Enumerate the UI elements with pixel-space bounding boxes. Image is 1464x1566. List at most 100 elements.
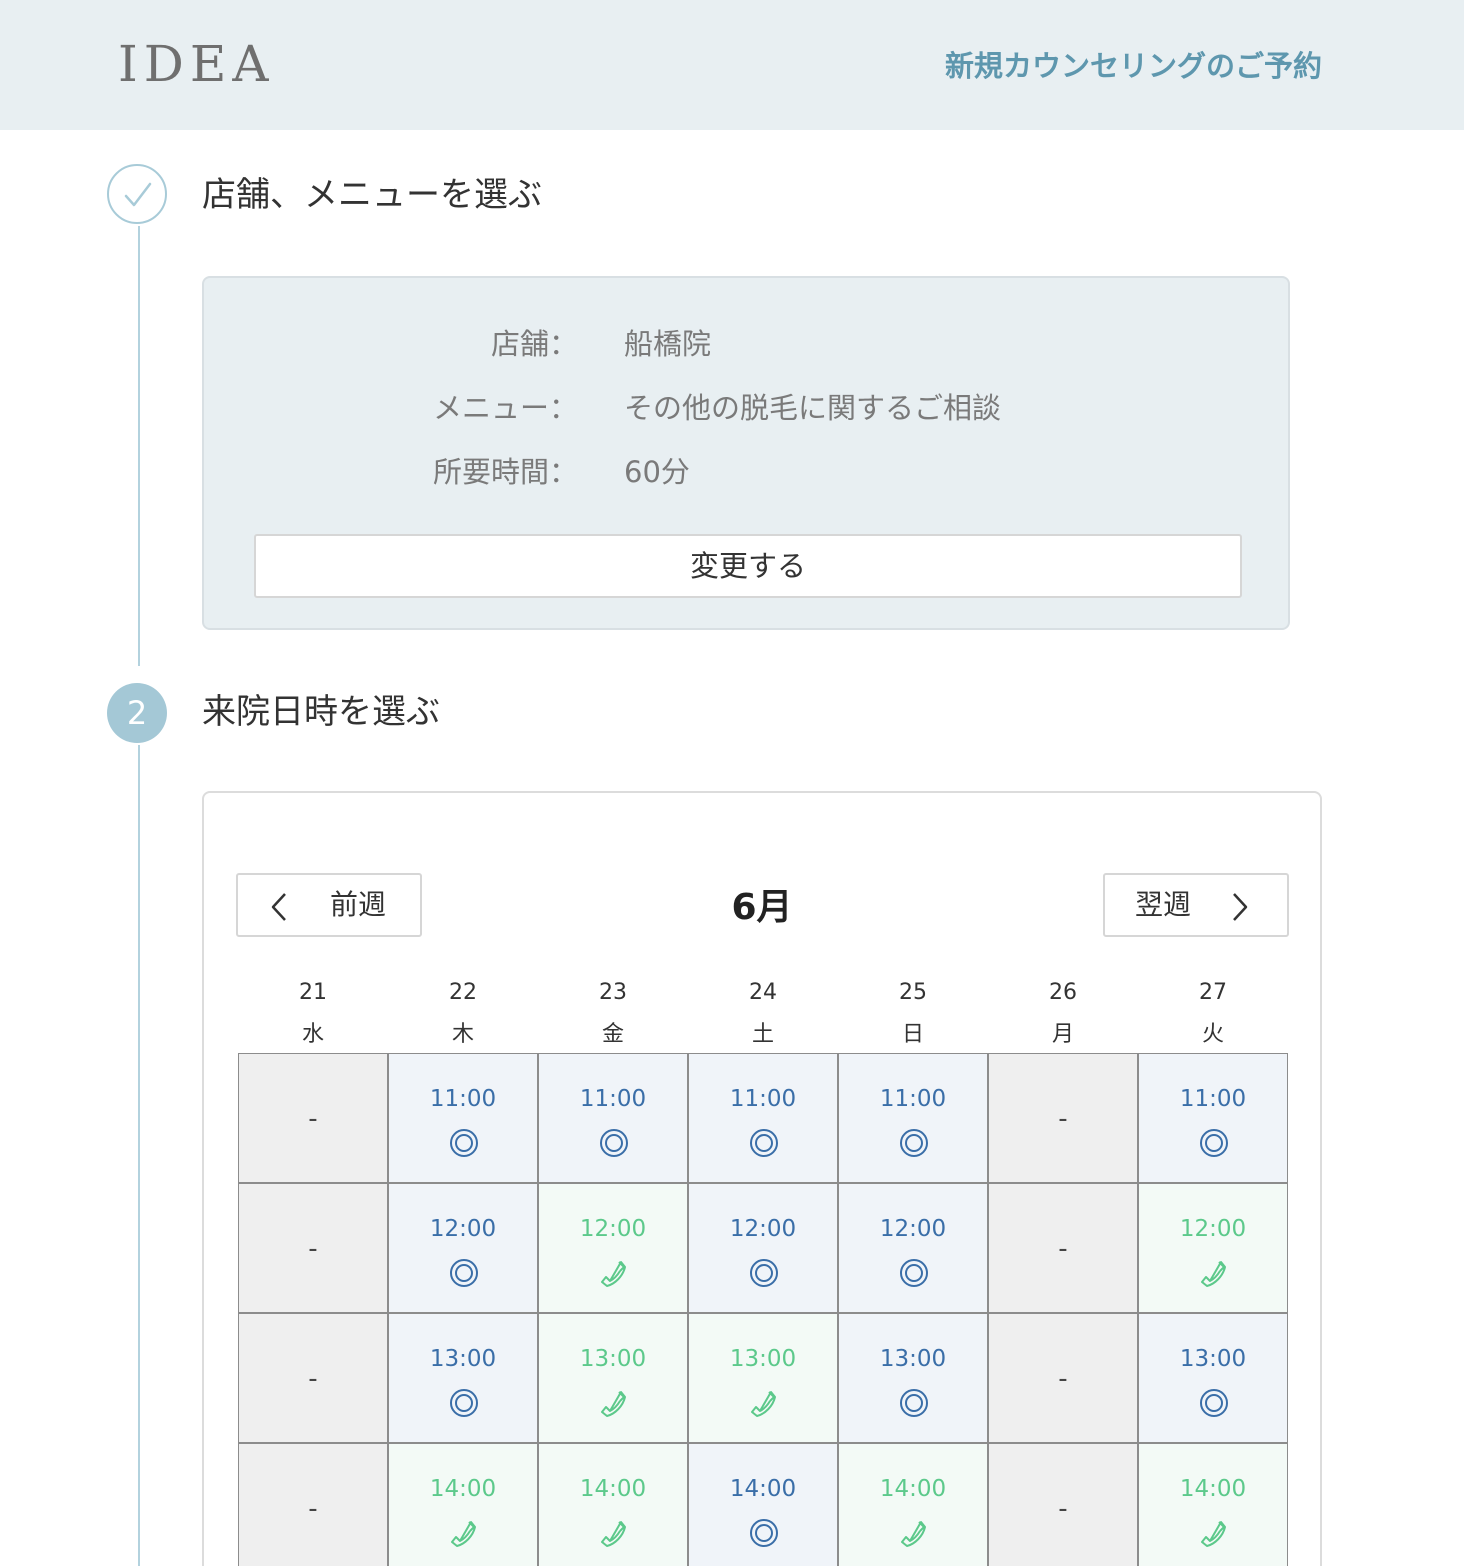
- phone-icon: [451, 1521, 476, 1547]
- timeslot-available[interactable]: 11:00: [388, 1053, 538, 1183]
- timeslot-available[interactable]: 11:00: [538, 1053, 688, 1183]
- timeslot-unavailable: -: [238, 1053, 388, 1183]
- timeslot-time: 11:00: [429, 1086, 497, 1112]
- timeslot-available[interactable]: 13:00: [1138, 1313, 1288, 1443]
- step2-number-badge: 2: [107, 683, 167, 743]
- day-weekday: 木: [451, 1022, 474, 1047]
- timeslot-phone-only[interactable]: 14:00: [388, 1443, 538, 1566]
- reservation-page: IDEA 新規カウンセリングのご予約 店舗、メニューを選ぶ 店舗： 船橋院 メニ…: [0, 0, 1464, 1566]
- timeslot-time: 11:00: [879, 1086, 947, 1112]
- timeslot-available[interactable]: 13:00: [388, 1313, 538, 1443]
- timeslot-time: 13:00: [729, 1346, 797, 1372]
- site-header: IDEA 新規カウンセリングのご予約: [0, 0, 1464, 130]
- timeslot-available[interactable]: 12:00: [688, 1183, 838, 1313]
- unavailable-dash: -: [308, 1104, 318, 1134]
- step-connector-line: [138, 745, 140, 1566]
- double-circle-icon: [750, 1259, 778, 1287]
- timeslot-available[interactable]: 11:00: [1138, 1053, 1288, 1183]
- change-selection-button[interactable]: 変更する: [254, 534, 1242, 598]
- phone-icon: [1201, 1261, 1226, 1287]
- chevron-right-icon: [1233, 893, 1248, 921]
- brand-logo[interactable]: IDEA: [118, 34, 274, 94]
- timeslot-unavailable: -: [988, 1443, 1138, 1566]
- timeslot-phone-only[interactable]: 12:00: [538, 1183, 688, 1313]
- timeslot-time: 12:00: [1179, 1216, 1247, 1242]
- double-circle-icon: [750, 1519, 778, 1547]
- day-date: 26: [1049, 980, 1077, 1005]
- timeslot-time: 11:00: [579, 1086, 647, 1112]
- next-week-button[interactable]: 翌週: [1103, 873, 1289, 937]
- timeslot-time: 13:00: [579, 1346, 647, 1372]
- day-weekday: 水: [301, 1022, 324, 1047]
- next-week-label: 翌週: [1135, 888, 1192, 921]
- day-date: 21: [299, 980, 327, 1005]
- timeslot-unavailable: -: [988, 1053, 1138, 1183]
- day-date: 27: [1199, 980, 1227, 1005]
- timeslot-available[interactable]: 14:00: [688, 1443, 838, 1566]
- timeslot-available[interactable]: 12:00: [838, 1183, 988, 1313]
- timeslot-unavailable: -: [238, 1443, 388, 1566]
- timeslot-time: 12:00: [579, 1216, 647, 1242]
- timeslot-phone-only[interactable]: 14:00: [1138, 1443, 1288, 1566]
- timeslot-phone-only[interactable]: 14:00: [538, 1443, 688, 1566]
- double-circle-icon: [1200, 1129, 1228, 1157]
- timeslot-time: 13:00: [429, 1346, 497, 1372]
- timeslot-available[interactable]: 12:00: [388, 1183, 538, 1313]
- summary-value: 60分: [624, 455, 690, 489]
- phone-icon: [601, 1521, 626, 1547]
- unavailable-dash: -: [308, 1234, 318, 1264]
- selection-summary-panel: 店舗： 船橋院 メニュー： その他の脱毛に関するご相談 所要時間： 60分 変更…: [202, 276, 1290, 630]
- day-date: 24: [749, 980, 777, 1005]
- timeslot-unavailable: -: [988, 1183, 1138, 1313]
- timeslot-available[interactable]: 11:00: [838, 1053, 988, 1183]
- summary-label: 店舗：: [490, 327, 578, 361]
- unavailable-dash: -: [308, 1494, 318, 1524]
- phone-icon: [601, 1261, 626, 1287]
- timeslot-phone-only[interactable]: 12:00: [1138, 1183, 1288, 1313]
- check-icon: [124, 182, 152, 207]
- double-circle-icon: [1200, 1389, 1228, 1417]
- day-date: 23: [599, 980, 627, 1005]
- summary-label: メニュー：: [432, 391, 578, 425]
- timeslot-phone-only[interactable]: 13:00: [688, 1313, 838, 1443]
- timeslot-time: 14:00: [879, 1476, 947, 1502]
- summary-row-store: 店舗： 船橋院: [204, 322, 1288, 366]
- unavailable-dash: -: [1058, 1494, 1068, 1524]
- timeslot-phone-only[interactable]: 13:00: [538, 1313, 688, 1443]
- timeslot-time: 14:00: [579, 1476, 647, 1502]
- timeslot-time: 13:00: [1179, 1346, 1247, 1372]
- double-circle-icon: [900, 1389, 928, 1417]
- summary-row-menu: メニュー： その他の脱毛に関するご相談: [204, 386, 1288, 430]
- timeslot-time: 11:00: [729, 1086, 797, 1112]
- step1-title: 店舗、メニューを選ぶ: [202, 175, 542, 215]
- timeslot-time: 14:00: [429, 1476, 497, 1502]
- summary-value: 船橋院: [624, 327, 712, 361]
- timeslot-time: 12:00: [729, 1216, 797, 1242]
- day-weekday: 火: [1201, 1022, 1224, 1047]
- new-counseling-reservation-link[interactable]: 新規カウンセリングのご予約: [945, 46, 1322, 86]
- double-circle-icon: [900, 1259, 928, 1287]
- timeslot-time: 14:00: [729, 1476, 797, 1502]
- double-circle-icon: [450, 1129, 478, 1157]
- step-connector-line: [138, 226, 140, 666]
- timeslot-phone-only[interactable]: 14:00: [838, 1443, 988, 1566]
- day-weekday: 金: [601, 1022, 624, 1047]
- timeslot-time: 12:00: [429, 1216, 497, 1242]
- summary-label: 所要時間：: [432, 455, 578, 489]
- timeslot-available[interactable]: 13:00: [838, 1313, 988, 1443]
- double-circle-icon: [450, 1259, 478, 1287]
- unavailable-dash: -: [1058, 1104, 1068, 1134]
- phone-icon: [1201, 1521, 1226, 1547]
- double-circle-icon: [900, 1129, 928, 1157]
- timeslot-unavailable: -: [238, 1183, 388, 1313]
- step2-title: 来院日時を選ぶ: [202, 692, 440, 732]
- day-weekday: 日: [901, 1022, 924, 1047]
- booking-calendar: 前週 6月 翌週 21 水 22 木 23 金 24 土 25 日 26 月 27 火 -11:00 11:…: [202, 791, 1322, 1566]
- step1-complete-indicator: [107, 164, 167, 224]
- phone-icon: [751, 1391, 776, 1417]
- timeslot-unavailable: -: [988, 1313, 1138, 1443]
- timeslot-time: 12:00: [879, 1216, 947, 1242]
- timeslot-available[interactable]: 11:00: [688, 1053, 838, 1183]
- double-circle-icon: [450, 1389, 478, 1417]
- day-weekday: 月: [1051, 1022, 1074, 1047]
